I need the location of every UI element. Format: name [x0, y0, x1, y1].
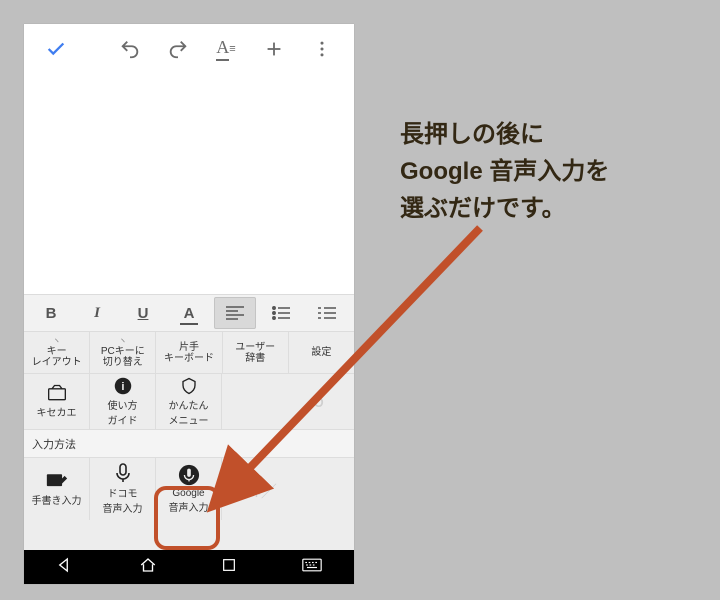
more-menu-button[interactable]	[300, 27, 344, 71]
input-method-header: 入力方法	[24, 430, 354, 458]
key-layout-option[interactable]: ヽキー レイアウト	[24, 332, 90, 373]
italic-button[interactable]: I	[74, 297, 120, 329]
easy-menu-option[interactable]: かんたん メニュー	[156, 374, 222, 429]
handwriting-input-option[interactable]: 手書き入力	[24, 458, 90, 520]
nav-back-button[interactable]	[56, 556, 74, 579]
phone-screenshot: A≡ B I U A ヽキー レイアウト ヽPCキーに 切り替え 片手 キーボー…	[24, 24, 354, 584]
add-button[interactable]	[252, 27, 296, 71]
annotation-text: 長押しの後に Google 音声入力を 選ぶだけです。	[400, 116, 609, 228]
google-voice-input-option[interactable]: Google 音声入力	[156, 458, 222, 520]
nav-keyboard-button[interactable]	[302, 558, 322, 577]
keyboard-background-2: ¥／	[222, 458, 354, 520]
text-format-button[interactable]: A≡	[204, 27, 248, 71]
nav-recent-button[interactable]	[221, 557, 237, 578]
editor-toolbar: A≡	[24, 24, 354, 74]
keyboard-background: 6	[222, 374, 354, 429]
kisekae-option[interactable]: キセカエ	[24, 374, 90, 429]
pc-key-switch-option[interactable]: ヽPCキーに 切り替え	[90, 332, 156, 373]
user-dictionary-option[interactable]: ユーザー 辞書	[223, 332, 289, 373]
theme-icon	[47, 384, 67, 402]
docomo-voice-input-option[interactable]: ドコモ 音声入力	[90, 458, 156, 520]
handwriting-icon	[46, 472, 68, 490]
text-color-button[interactable]: A	[166, 297, 212, 329]
usage-guide-option[interactable]: i 使い方 ガイド	[90, 374, 156, 429]
settings-option[interactable]: 設定	[289, 332, 354, 373]
info-icon: i	[114, 377, 132, 395]
mic-outline-icon	[115, 463, 131, 483]
bold-button[interactable]: B	[28, 297, 74, 329]
shield-icon	[180, 377, 198, 395]
nav-home-button[interactable]	[139, 556, 157, 579]
one-hand-keyboard-option[interactable]: 片手 キーボード	[156, 332, 222, 373]
android-nav-bar	[24, 550, 354, 584]
align-button[interactable]	[214, 297, 256, 329]
mic-filled-icon	[178, 464, 200, 486]
svg-text:i: i	[121, 380, 124, 392]
confirm-button[interactable]	[34, 27, 78, 71]
redo-button[interactable]	[156, 27, 200, 71]
bullet-list-button[interactable]	[258, 297, 304, 329]
document-editor-area[interactable]	[24, 74, 354, 294]
format-toolbar: B I U A	[24, 294, 354, 332]
underline-button[interactable]: U	[120, 297, 166, 329]
numbered-list-button[interactable]	[304, 297, 350, 329]
undo-button[interactable]	[108, 27, 152, 71]
keyboard-panel: ヽキー レイアウト ヽPCキーに 切り替え 片手 キーボード ユーザー 辞書 設…	[24, 332, 354, 550]
